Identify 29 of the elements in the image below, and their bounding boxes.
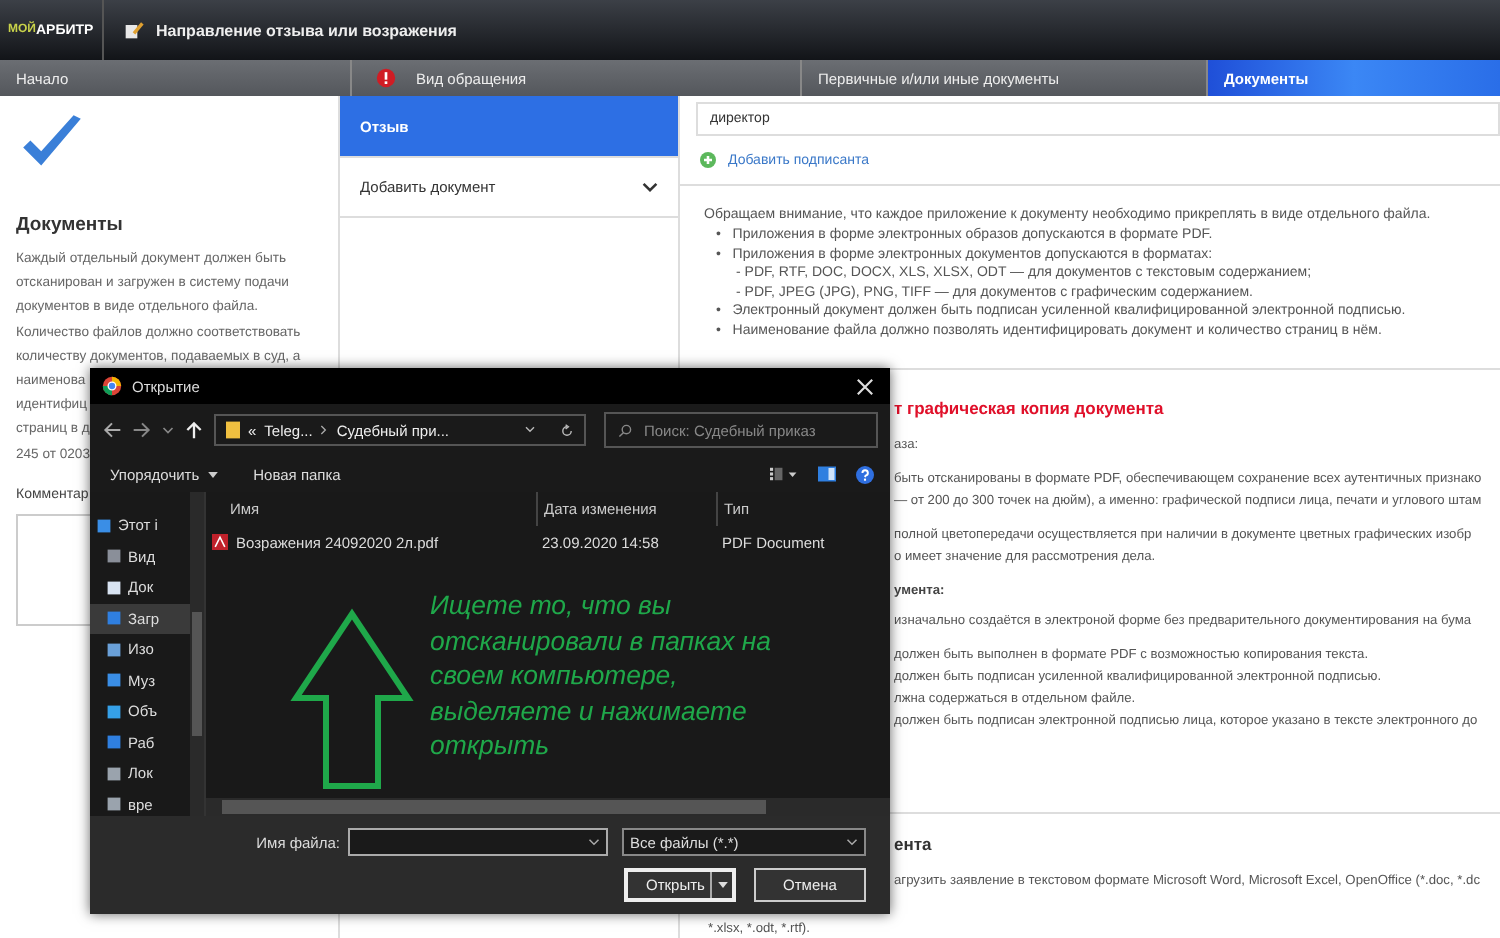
page-title: Направление отзыва или возражения bbox=[156, 21, 457, 39]
help-icon[interactable] bbox=[856, 465, 874, 483]
search-icon bbox=[618, 423, 632, 437]
forward-icon[interactable] bbox=[132, 420, 152, 440]
file-name-field[interactable] bbox=[348, 828, 608, 856]
view-options-icon[interactable] bbox=[770, 466, 798, 482]
caret-icon[interactable] bbox=[524, 426, 536, 434]
annotation-text: Ищете то, что вы отсканировали в папках на своем компьютере, выделяете и нажимаете открыть bbox=[430, 588, 771, 763]
app-icon bbox=[102, 376, 122, 396]
caret-icon bbox=[207, 471, 218, 477]
add-icon bbox=[700, 152, 716, 168]
pdf-file-icon bbox=[212, 534, 228, 550]
back-icon[interactable] bbox=[102, 420, 122, 440]
caret-icon[interactable] bbox=[162, 425, 174, 435]
scrollbar[interactable] bbox=[190, 492, 204, 816]
section-heading: ента bbox=[894, 833, 934, 854]
section-heading: Документы bbox=[16, 214, 125, 236]
section-heading: т графическая копия документа bbox=[894, 397, 1166, 418]
chevron-right-icon bbox=[320, 424, 329, 436]
scrollbar[interactable] bbox=[206, 798, 890, 816]
document-pen-icon bbox=[124, 20, 144, 40]
chevron-down-icon bbox=[588, 838, 600, 846]
chevron-down-icon bbox=[642, 182, 658, 192]
chevron-down-icon bbox=[846, 838, 858, 846]
up-arrow-icon[interactable] bbox=[184, 420, 204, 440]
preview-pane-icon[interactable] bbox=[818, 466, 836, 482]
caret-icon bbox=[717, 882, 727, 888]
refresh-icon[interactable] bbox=[560, 423, 574, 437]
close-icon bbox=[855, 377, 873, 395]
